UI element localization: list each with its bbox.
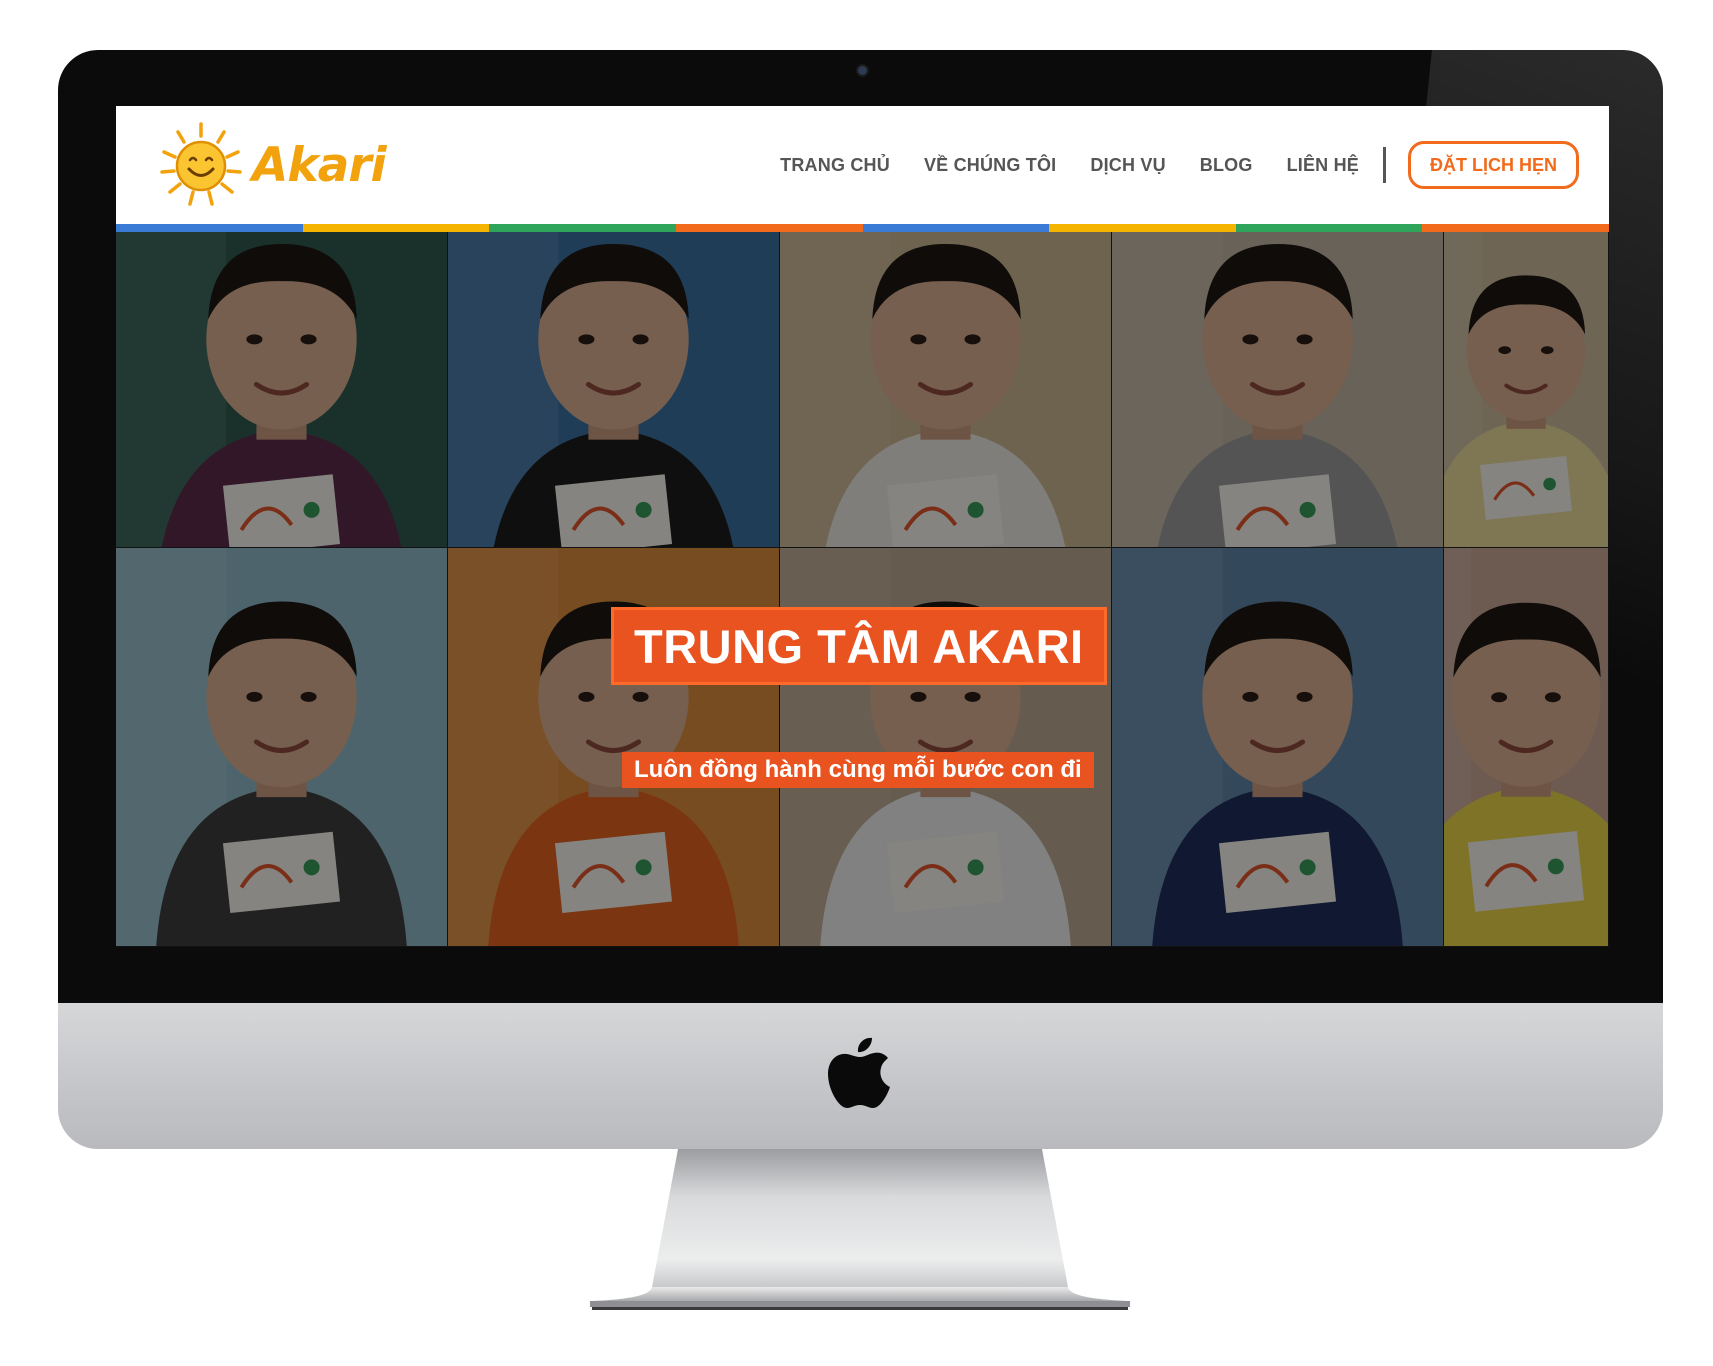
color-strip	[116, 224, 1609, 232]
color-strip-segment	[302, 224, 490, 232]
site-header: Akari TRANG CHỦ VỀ CHÚNG TÔI DỊCH VỤ BLO…	[116, 106, 1609, 224]
sun-logo-icon	[160, 122, 242, 206]
akari-logo[interactable]: Akari	[152, 120, 412, 210]
nav-home[interactable]: TRANG CHỦ	[780, 155, 890, 176]
color-strip-segment	[116, 224, 303, 232]
hero-subtitle: Luôn đồng hành cùng mỗi bước con đi	[622, 752, 1094, 788]
color-strip-segment	[862, 224, 1050, 232]
monitor-stand	[590, 1149, 1130, 1310]
nav-about[interactable]: VỀ CHÚNG TÔI	[924, 155, 1056, 176]
color-strip-segment	[1235, 224, 1423, 232]
logo-text: Akari	[252, 137, 387, 193]
book-appointment-button[interactable]: ĐẶT LỊCH HẸN	[1408, 141, 1579, 189]
color-strip-segment	[675, 224, 863, 232]
nav-blog[interactable]: BLOG	[1200, 155, 1253, 176]
hero-overlay	[116, 232, 1609, 947]
hero-title: TRUNG TÂM AKARI	[611, 607, 1107, 685]
nav-divider	[1383, 147, 1386, 183]
nav-contact[interactable]: LIÊN HỆ	[1287, 155, 1359, 176]
nav-services[interactable]: DỊCH VỤ	[1090, 155, 1165, 176]
main-nav: TRANG CHỦ VỀ CHÚNG TÔI DỊCH VỤ BLOG LIÊN…	[746, 141, 1579, 189]
color-strip-segment	[1422, 224, 1609, 232]
apple-logo-icon	[828, 1037, 890, 1108]
camera-icon	[856, 64, 869, 77]
website-screen: Akari TRANG CHỦ VỀ CHÚNG TÔI DỊCH VỤ BLO…	[116, 106, 1609, 947]
color-strip-segment	[1049, 224, 1236, 232]
color-strip-segment	[489, 224, 676, 232]
